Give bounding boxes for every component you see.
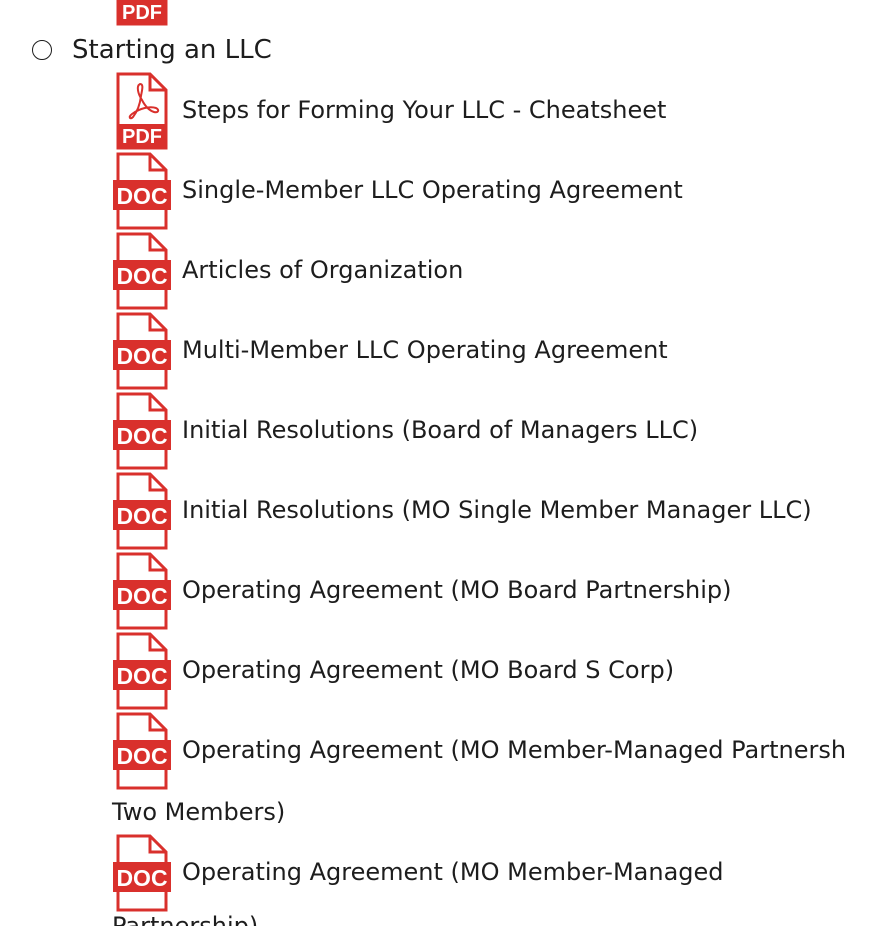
file-link[interactable]: Operating Agreement (MO Member-Managed: [182, 856, 724, 888]
section-title: Starting an LLC: [72, 35, 272, 65]
file-link[interactable]: Operating Agreement (MO Board S Corp): [182, 654, 674, 686]
doc-icon-label: DOC: [116, 263, 167, 289]
pdf-file-icon[interactable]: PDF: [116, 72, 168, 150]
file-link-continuation[interactable]: Two Members): [112, 796, 285, 828]
doc-file-icon[interactable]: DOC: [112, 232, 172, 310]
doc-icon-label: DOC: [116, 183, 167, 209]
doc-file-icon[interactable]: DOC: [112, 152, 172, 230]
pdf-file-icon[interactable]: PDF: [116, 0, 168, 26]
file-link[interactable]: Initial Resolutions (MO Single Member Ma…: [182, 494, 812, 526]
doc-icon-label: DOC: [116, 663, 167, 689]
file-link[interactable]: Operating Agreement (MO Board Partnershi…: [182, 574, 732, 606]
file-link[interactable]: Single-Member LLC Operating Agreement: [182, 174, 683, 206]
doc-file-icon[interactable]: DOC: [112, 312, 172, 390]
doc-icon-label: DOC: [116, 743, 167, 769]
pdf-icon-label: PDF: [122, 126, 162, 148]
doc-icon-label: DOC: [116, 583, 167, 609]
doc-file-icon[interactable]: DOC: [112, 552, 172, 630]
file-link[interactable]: Articles of Organization: [182, 254, 463, 286]
doc-file-icon[interactable]: DOC: [112, 392, 172, 470]
doc-file-icon[interactable]: DOC: [112, 712, 172, 790]
doc-icon-label: DOC: [116, 865, 167, 891]
doc-icon-label: DOC: [116, 343, 167, 369]
file-link[interactable]: Multi-Member LLC Operating Agreement: [182, 334, 668, 366]
doc-file-icon[interactable]: DOC: [112, 632, 172, 710]
doc-icon-label: DOC: [116, 503, 167, 529]
doc-file-icon[interactable]: DOC: [112, 472, 172, 550]
file-link[interactable]: Initial Resolutions (Board of Managers L…: [182, 414, 698, 446]
document-page: PDF Starting an LLC PDF Steps for Formin…: [0, 0, 874, 926]
pdf-icon-label: PDF: [122, 2, 162, 24]
doc-icon-label: DOC: [116, 423, 167, 449]
file-link[interactable]: Steps for Forming Your LLC - Cheatsheet: [182, 94, 666, 126]
file-link-continuation[interactable]: Partnership): [112, 910, 258, 926]
doc-file-icon[interactable]: DOC: [112, 834, 172, 912]
circle-bullet-icon: [32, 40, 52, 60]
file-link[interactable]: Operating Agreement (MO Member-Managed P…: [182, 734, 846, 766]
